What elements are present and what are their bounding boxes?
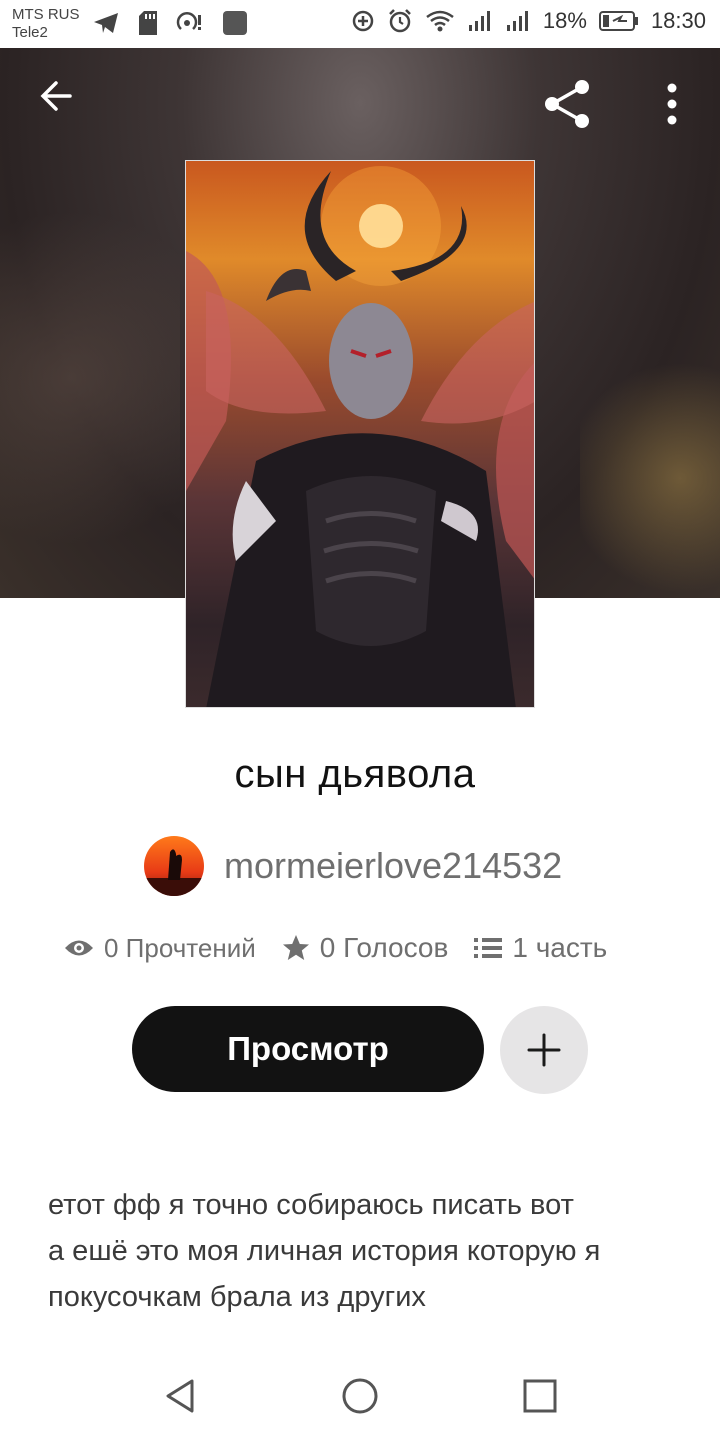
votes-count: 0 Голосов [319,932,449,963]
system-navigation-bar [0,1352,720,1440]
hotspot-icon [176,11,204,35]
battery-icon [598,10,639,32]
recents-square-icon [523,1379,557,1413]
back-triangle-icon [166,1379,194,1413]
nav-back-button[interactable] [160,1376,200,1421]
share-icon [545,80,589,128]
status-left-icons [92,10,248,36]
description-line: а ешё это моя личная история которую я [48,1235,601,1267]
sd-card-icon [138,10,158,36]
clock: 18:30 [650,8,706,33]
share-button[interactable] [542,78,594,135]
backdrop-glow-left [0,168,180,588]
reads-count: 0 Прочтений [104,932,256,963]
data-saver-icon [351,9,375,33]
story-title: сын дьявола [234,752,476,796]
description-line: покусочкам брала из других [48,1281,426,1313]
back-button[interactable] [36,76,76,121]
read-button[interactable]: Просмотр [132,1006,484,1092]
parts-stat: 1 часть [474,932,607,964]
more-options-button[interactable] [656,82,688,131]
home-circle-icon [342,1378,378,1414]
telegram-icon [92,11,120,35]
battery-percent: 18% [542,8,587,33]
arrow-left-icon [40,81,72,111]
votes-stat: 0 Голосов [282,932,449,964]
status-bar: MTS RUS Tele2 18% 18:30 [0,0,720,48]
description-line: етот фф я точно собираюсь писать вот [48,1189,574,1221]
carrier-1: MTS RUS [12,6,80,23]
author-link[interactable]: mormeierlove214532 [144,836,562,896]
signal-icon [505,9,531,33]
backdrop-glow-right [580,348,720,598]
nav-home-button[interactable] [340,1376,380,1421]
author-avatar[interactable] [144,836,204,896]
cover-artwork [186,166,534,707]
nav-recents-button[interactable] [520,1376,560,1421]
more-vertical-icon [667,83,677,125]
author-name[interactable]: mormeierlove214532 [224,845,562,887]
story-cover-image [185,160,535,708]
parts-count: 1 часть [512,932,608,963]
carrier-info: MTS RUS Tele2 [12,6,80,42]
app-icon [222,10,248,36]
story-stats: 0 Прочтений 0 Голосов 1 часть [64,932,607,964]
status-right-icons: 18% 18:30 [351,8,706,34]
alarm-icon [387,8,413,34]
star-icon [282,935,309,960]
plus-icon [527,1033,561,1067]
carrier-2: Tele2 [12,24,48,41]
add-to-library-button[interactable] [500,1006,588,1094]
reads-stat: 0 Прочтений [64,933,256,964]
wifi-icon [425,9,455,33]
list-icon [474,938,503,958]
story-description: етот фф я точно собираюсь писать вот а е… [48,1182,688,1320]
eye-icon [65,940,93,956]
signal-icon [467,9,493,33]
